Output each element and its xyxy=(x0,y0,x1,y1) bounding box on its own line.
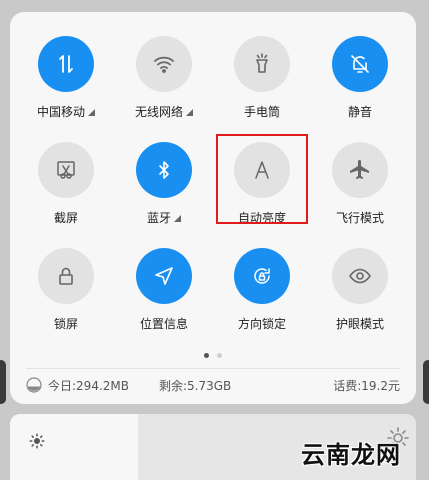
tile-label: 锁屏 xyxy=(53,316,78,331)
tile-eye-protection[interactable]: 护眼模式 xyxy=(312,248,408,348)
data-today: 今日:294.2MB xyxy=(48,378,129,393)
tile-label: 无线网络 xyxy=(134,104,183,119)
tile-label: 方向锁定 xyxy=(237,316,286,331)
location-icon xyxy=(136,248,192,304)
tile-label: 飞行模式 xyxy=(335,210,384,225)
tile-rotation-lock[interactable]: 方向锁定 xyxy=(214,248,310,348)
lock-icon xyxy=(38,248,94,304)
screenshot-icon xyxy=(38,142,94,198)
data-usage-icon xyxy=(26,377,42,393)
airplane-icon xyxy=(332,142,388,198)
bell-off-icon xyxy=(332,36,388,92)
tile-wifi[interactable]: 无线网络 xyxy=(116,36,212,136)
left-edge-handle xyxy=(0,360,6,404)
tile-label: 截屏 xyxy=(53,210,78,225)
eye-icon xyxy=(332,248,388,304)
tile-mute[interactable]: 静音 xyxy=(312,36,408,136)
tile-label: 护眼模式 xyxy=(335,316,384,331)
page-indicator xyxy=(10,353,416,358)
tile-label: 中国移动 xyxy=(36,104,85,119)
page-dot xyxy=(217,353,222,358)
flashlight-icon xyxy=(234,36,290,92)
wifi-icon xyxy=(136,36,192,92)
dropdown-indicator-icon xyxy=(88,109,95,116)
tile-label: 静音 xyxy=(347,104,372,119)
divider xyxy=(26,368,400,369)
brightness-low-icon xyxy=(29,433,45,449)
data-usage-row: 今日:294.2MB 剩余:5.73GB 话费:19.2元 xyxy=(26,374,400,396)
dropdown-indicator-icon xyxy=(174,215,181,222)
tile-screenshot[interactable]: 截屏 xyxy=(18,142,114,242)
tile-label: 位置信息 xyxy=(139,316,188,331)
tile-label: 蓝牙 xyxy=(146,210,171,225)
tile-flashlight[interactable]: 手电筒 xyxy=(214,36,310,136)
tile-lock-screen[interactable]: 锁屏 xyxy=(18,248,114,348)
bluetooth-icon xyxy=(136,142,192,198)
highlight-box xyxy=(216,134,308,224)
tile-mobile-data[interactable]: 中国移动 xyxy=(18,36,114,136)
watermark-text: 云南龙网 xyxy=(301,441,401,469)
dropdown-indicator-icon xyxy=(186,109,193,116)
quick-settings-panel: 中国移动 无线网络 手电筒 静音 截屏 蓝牙 自动亮度 飞行模式 锁屏 位置信息… xyxy=(10,12,416,404)
tile-label: 手电筒 xyxy=(243,104,280,119)
tile-bluetooth[interactable]: 蓝牙 xyxy=(116,142,212,242)
tile-airplane-mode[interactable]: 飞行模式 xyxy=(312,142,408,242)
rotation-lock-icon xyxy=(234,248,290,304)
data-remaining: 剩余:5.73GB xyxy=(158,378,232,393)
page-dot-active xyxy=(204,353,209,358)
right-edge-handle xyxy=(423,360,429,404)
phone-balance: 话费:19.2元 xyxy=(333,378,400,393)
mobile-data-icon xyxy=(38,36,94,92)
tile-location[interactable]: 位置信息 xyxy=(116,248,212,348)
